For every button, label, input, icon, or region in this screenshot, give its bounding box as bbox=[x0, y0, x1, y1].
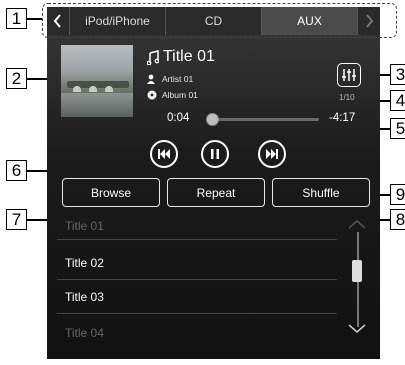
callout-3: 3 bbox=[390, 64, 405, 85]
next-track-button[interactable] bbox=[258, 140, 286, 168]
callout-1-leader bbox=[27, 18, 42, 20]
sound-settings-button[interactable] bbox=[337, 63, 361, 87]
track-title: Title 01 bbox=[163, 48, 215, 65]
album-row: Album 01 bbox=[147, 90, 198, 100]
callout-1: 1 bbox=[6, 8, 27, 29]
artist-row: Artist 01 bbox=[147, 74, 193, 84]
callout-7: 7 bbox=[6, 209, 27, 230]
callout-8-label: 8 bbox=[395, 210, 405, 229]
album-art bbox=[61, 45, 133, 117]
progress-bar[interactable] bbox=[206, 113, 319, 126]
progress-knob[interactable] bbox=[206, 113, 220, 126]
artist-name: Artist 01 bbox=[162, 74, 194, 84]
album-name: Album 01 bbox=[162, 90, 198, 100]
callout-8: 8 bbox=[390, 209, 405, 230]
person-icon bbox=[147, 74, 157, 84]
callout-2-label: 2 bbox=[11, 69, 22, 88]
callout-6-label: 6 bbox=[11, 161, 22, 180]
elapsed-time: 0:04 bbox=[167, 112, 190, 124]
callout-6: 6 bbox=[6, 160, 27, 181]
album-art-arch bbox=[73, 86, 81, 92]
browse-button[interactable]: Browse bbox=[62, 178, 160, 207]
tab-bar-highlight bbox=[42, 3, 397, 38]
scroll-up-icon[interactable] bbox=[347, 219, 367, 229]
callout-5: 5 bbox=[390, 118, 405, 139]
callout-9-label: 9 bbox=[395, 185, 405, 204]
callout-7-label: 7 bbox=[11, 210, 22, 229]
remaining-time: -4:17 bbox=[329, 112, 356, 124]
pause-icon bbox=[211, 149, 219, 159]
callout-9: 9 bbox=[390, 184, 405, 205]
list-item[interactable]: Title 04 bbox=[57, 316, 337, 350]
list-item[interactable]: Title 01 bbox=[57, 212, 337, 240]
audio-screen: iPod/iPhone CD AUX Title 01 Artist 01 Al… bbox=[47, 7, 380, 359]
callout-4-label: 4 bbox=[395, 91, 405, 110]
track-count: 1/10 bbox=[339, 93, 355, 102]
callout-3-label: 3 bbox=[395, 65, 405, 84]
list-item[interactable]: Title 02 bbox=[57, 246, 337, 280]
music-note-icon bbox=[147, 49, 159, 65]
skip-previous-icon bbox=[158, 149, 170, 159]
list-item[interactable]: Title 03 bbox=[57, 280, 337, 314]
repeat-button[interactable]: Repeat bbox=[167, 178, 265, 207]
callout-4: 4 bbox=[390, 90, 405, 111]
scrollbar-thumb[interactable] bbox=[352, 260, 362, 282]
previous-track-button[interactable] bbox=[150, 140, 178, 168]
equalizer-icon bbox=[342, 69, 356, 81]
disc-icon bbox=[147, 90, 157, 100]
chevron-down-icon[interactable] bbox=[347, 324, 367, 334]
shuffle-button[interactable]: Shuffle bbox=[272, 178, 370, 207]
callout-2: 2 bbox=[6, 68, 27, 89]
skip-next-icon bbox=[266, 149, 278, 159]
pause-button[interactable] bbox=[201, 140, 229, 168]
callout-5-label: 5 bbox=[395, 119, 405, 138]
callout-1-label: 1 bbox=[11, 9, 22, 28]
album-art-arch bbox=[105, 86, 113, 92]
album-art-arch bbox=[89, 86, 97, 92]
track-title-row: Title 01 bbox=[147, 48, 215, 66]
album-art-water bbox=[61, 93, 133, 117]
